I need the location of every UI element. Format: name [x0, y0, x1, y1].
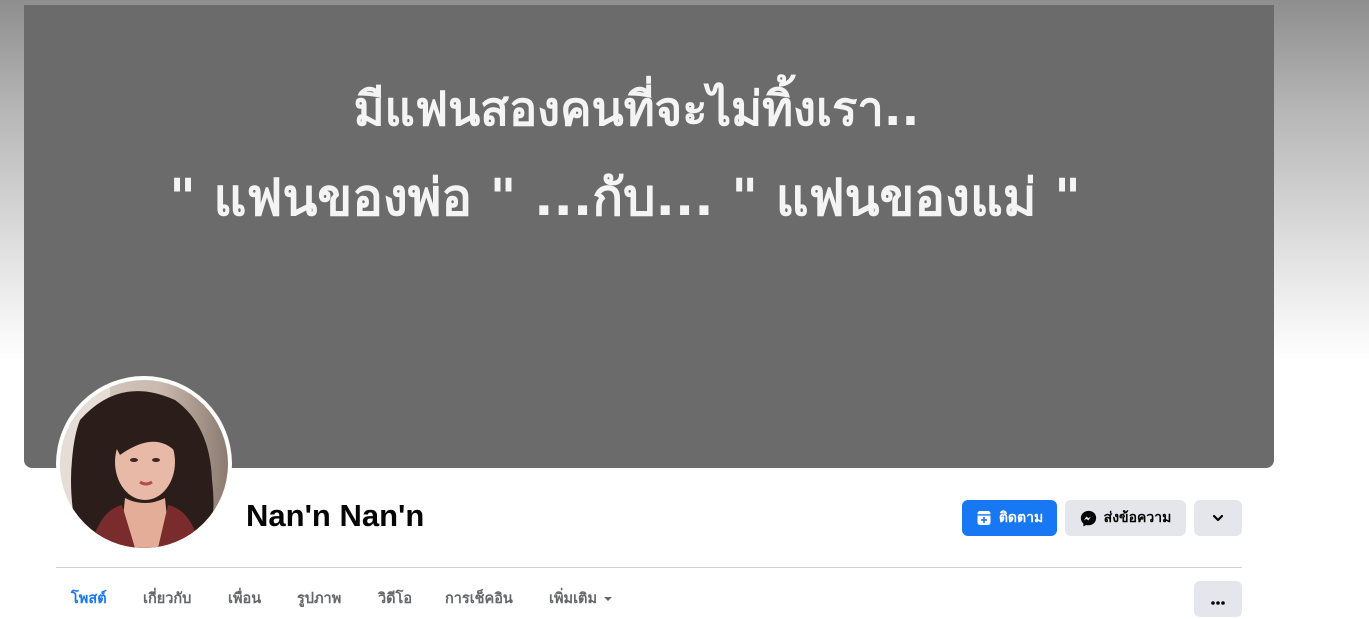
- avatar[interactable]: [60, 380, 228, 548]
- tab-friends-label: เพื่อน: [228, 591, 262, 607]
- send-message-button[interactable]: ส่งข้อความ: [1065, 500, 1186, 536]
- tab-friends[interactable]: เพื่อน: [228, 580, 261, 617]
- section-divider: [56, 567, 1242, 568]
- more-options-button[interactable]: [1194, 581, 1242, 617]
- tab-videos-label: วิดีโอ: [378, 591, 413, 607]
- profile-options-dropdown[interactable]: [1194, 500, 1242, 536]
- tab-videos[interactable]: วิดีโอ: [378, 580, 412, 617]
- tab-photos-label: รูปภาพ: [297, 591, 342, 607]
- avatar-image: [60, 380, 228, 548]
- follow-add-icon: [976, 510, 992, 526]
- tab-about[interactable]: เกี่ยวกับ: [143, 580, 191, 617]
- tab-check-ins[interactable]: การเช็คอิน: [445, 580, 513, 617]
- ellipsis-icon: [1210, 590, 1226, 609]
- send-message-label: ส่งข้อความ: [1103, 510, 1172, 526]
- profile-name: Nan'n Nan'n: [246, 498, 425, 533]
- follow-button-label: ติดตาม: [998, 510, 1044, 526]
- messenger-icon: [1080, 510, 1097, 527]
- follow-button[interactable]: ติดตาม: [962, 500, 1057, 536]
- cover-photo[interactable]: มีแฟนสองคนที่จะไม่ทิ้งเรา.. " แฟนของพ่อ …: [24, 5, 1274, 468]
- profile-picture-frame[interactable]: [56, 376, 232, 552]
- tab-more[interactable]: เพิ่มเติม: [549, 580, 613, 617]
- tab-about-label: เกี่ยวกับ: [143, 591, 192, 607]
- chevron-down-icon: [1211, 511, 1225, 525]
- tab-check-ins-label: การเช็คอิน: [445, 591, 513, 607]
- caret-down-icon: [603, 591, 613, 607]
- tab-posts[interactable]: โพสต์: [71, 580, 107, 617]
- tab-more-label: เพิ่มเติม: [549, 591, 598, 607]
- tab-posts-label: โพสต์: [71, 591, 107, 607]
- cover-text-line-2: " แฟนของพ่อ " ...กับ... " แฟนของแม่ ": [169, 169, 1081, 228]
- tab-photos[interactable]: รูปภาพ: [297, 580, 341, 617]
- cover-text-line-1: มีแฟนสองคนที่จะไม่ทิ้งเรา..: [353, 82, 920, 137]
